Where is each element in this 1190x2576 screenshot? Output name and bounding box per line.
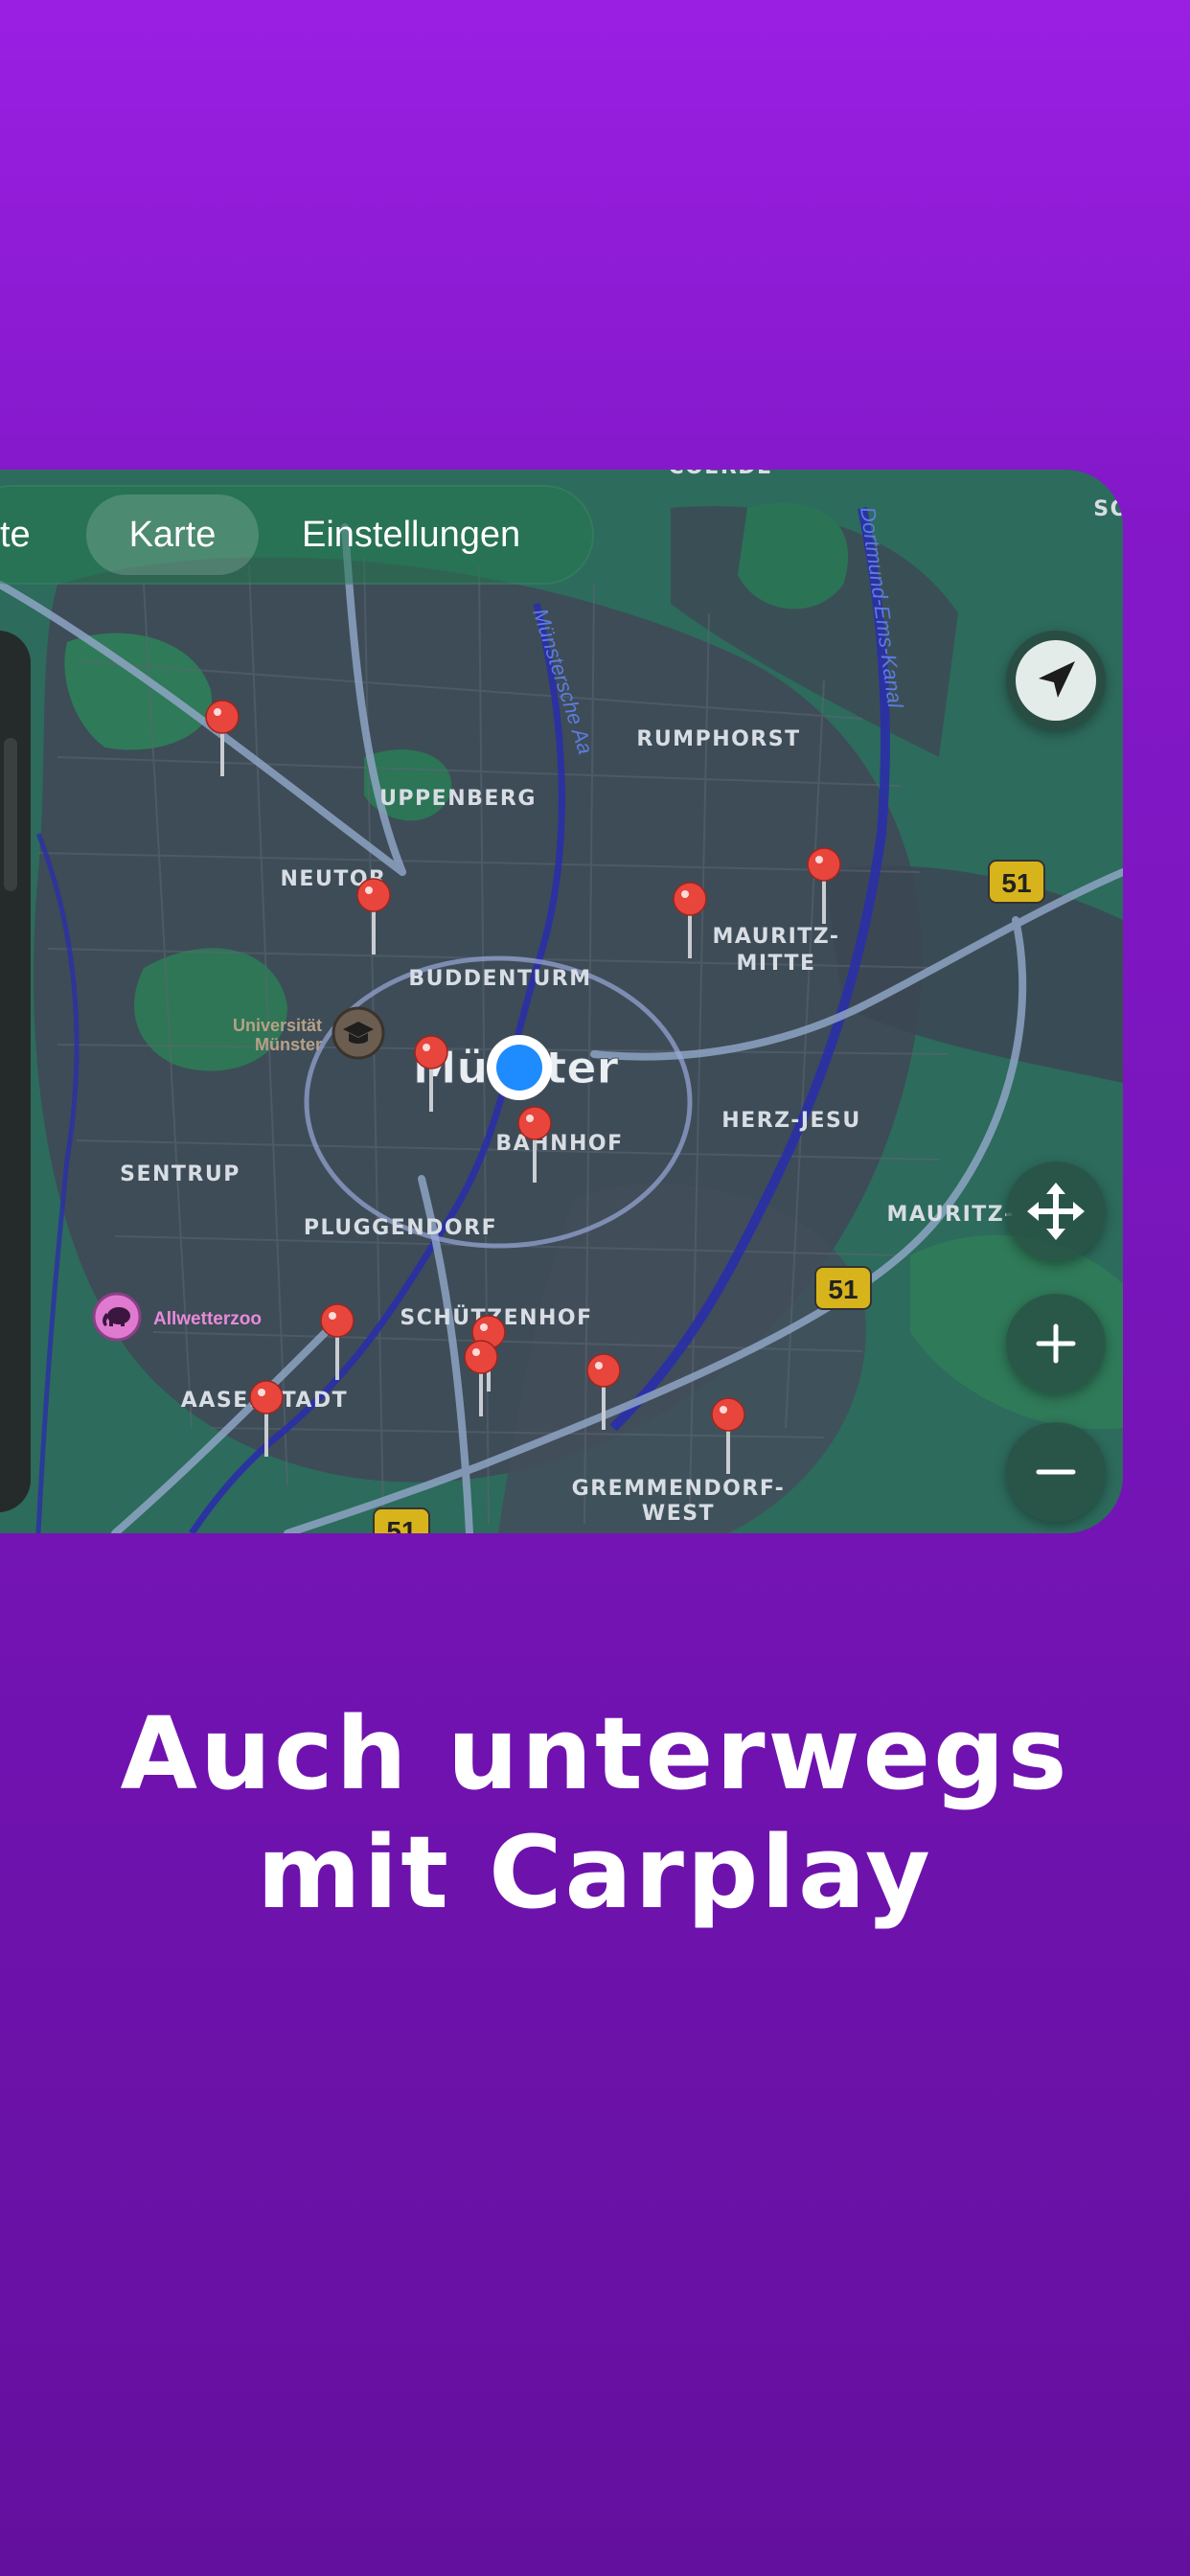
headline-line-1: Auch unterwegs	[120, 1695, 1070, 1812]
district-label: COERDE	[668, 470, 772, 479]
carplay-screen: 51 51 51 Münstersche Aa Dortmund-Ems-Kan…	[0, 470, 1123, 1533]
district-label: HERZ-JESU	[721, 1109, 861, 1133]
city-map[interactable]: 51 51 51 Münstersche Aa Dortmund-Ems-Kan…	[0, 470, 1123, 1533]
tab-partial[interactable]: te	[0, 485, 31, 585]
location-arrow-icon	[1039, 661, 1075, 698]
minus-icon	[1036, 1469, 1076, 1475]
poi-university[interactable]: Universität Münster	[233, 1006, 385, 1060]
svg-text:Allwetterzoo: Allwetterzoo	[153, 1309, 262, 1329]
district-label: UPPENBERG	[379, 787, 537, 811]
road-shield: 51	[373, 1507, 430, 1533]
svg-text:51: 51	[386, 1516, 416, 1533]
tab-bar: te Karte Einstellungen	[0, 485, 594, 585]
move-arrows-icon	[1027, 1183, 1085, 1240]
user-location-dot	[487, 1035, 552, 1100]
headline-line-2: mit Carplay	[257, 1814, 933, 1931]
district-label: PLUGGENDORF	[304, 1216, 497, 1240]
tab-einstellungen[interactable]: Einstellungen	[302, 485, 520, 585]
road-shield: 51	[988, 860, 1045, 904]
district-label: RUMPHORST	[636, 727, 800, 751]
plus-icon	[1036, 1323, 1076, 1364]
district-label: SENTRUP	[120, 1162, 240, 1186]
zoom-out-button[interactable]	[1006, 1422, 1106, 1522]
road-shield: 51	[814, 1266, 872, 1310]
svg-text:Universität: Universität	[233, 1016, 322, 1035]
district-label: SO	[1093, 497, 1123, 521]
pan-button[interactable]	[1006, 1162, 1106, 1261]
zoom-in-button[interactable]	[1006, 1294, 1106, 1393]
district-label: BAHNHOF	[495, 1132, 623, 1156]
svg-text:51: 51	[828, 1275, 858, 1304]
locate-button[interactable]	[1006, 631, 1106, 730]
svg-text:Münster: Münster	[255, 1035, 322, 1054]
side-panel	[0, 631, 31, 1512]
svg-text:51: 51	[1001, 868, 1031, 898]
district-label: GREMMENDORF-	[572, 1477, 786, 1501]
district-label: MAURITZ-	[887, 1203, 1015, 1227]
district-label: WEST	[642, 1502, 715, 1526]
district-label: MAURITZ-	[713, 925, 840, 949]
side-panel-handle[interactable]	[4, 738, 17, 891]
headline: Auch unterwegs mit Carplay	[0, 1694, 1190, 1932]
tab-karte[interactable]: Karte	[86, 494, 259, 575]
district-label: BUDDENTURM	[408, 967, 591, 991]
district-label: MITTE	[736, 952, 815, 976]
